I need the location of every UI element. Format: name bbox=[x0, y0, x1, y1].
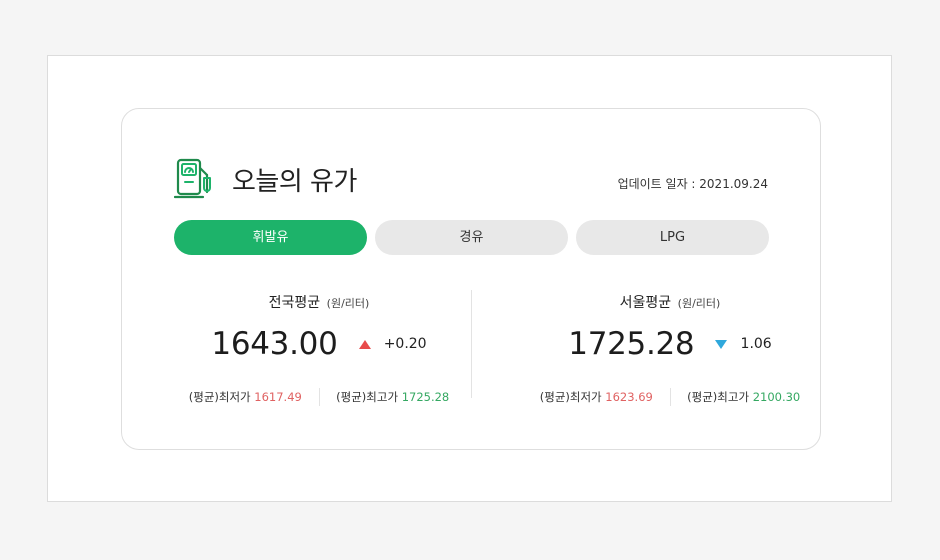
gas-pump-icon bbox=[174, 158, 211, 199]
national-minmax: (평균)최저가 1617.49 (평균)최고가 1725.28 bbox=[169, 388, 469, 406]
seoul-price-row: 1725.28 1.06 bbox=[520, 326, 820, 366]
triangle-up-icon bbox=[358, 339, 371, 349]
national-change: +0.20 bbox=[383, 336, 427, 352]
national-price: 1643.00 bbox=[211, 326, 338, 362]
seoul-unit: (원/리터) bbox=[677, 297, 721, 310]
national-title: 전국평균 (원/리터) bbox=[169, 292, 469, 312]
triangle-down-icon bbox=[715, 339, 728, 349]
minmax-divider bbox=[669, 388, 671, 406]
oil-price-card: 오늘의 유가 업데이트 일자 : 2021.09.24 휘발유 경유 LPG 전… bbox=[121, 108, 821, 450]
national-min-label: (평균)최저가 bbox=[188, 390, 251, 404]
seoul-max-value: 2100.30 bbox=[752, 390, 801, 404]
panel-divider bbox=[471, 290, 472, 398]
seoul-change: 1.06 bbox=[740, 336, 772, 352]
national-title-text: 전국평균 bbox=[268, 295, 321, 311]
tab-diesel[interactable]: 경유 bbox=[375, 220, 568, 255]
national-max-value: 1725.28 bbox=[401, 390, 450, 404]
seoul-average-panel: 서울평균 (원/리터) 1725.28 1.06 (평균)최저가 1623.69… bbox=[520, 292, 820, 406]
seoul-title-text: 서울평균 bbox=[619, 295, 672, 311]
minmax-divider bbox=[318, 388, 320, 406]
national-min-value: 1617.49 bbox=[254, 390, 302, 404]
tab-lpg[interactable]: LPG bbox=[576, 220, 769, 255]
seoul-min-label: (평균)최저가 bbox=[539, 390, 602, 404]
seoul-title: 서울평균 (원/리터) bbox=[520, 292, 820, 312]
seoul-max: (평균)최고가 2100.30 bbox=[687, 389, 800, 405]
content-frame: 오늘의 유가 업데이트 일자 : 2021.09.24 휘발유 경유 LPG 전… bbox=[47, 55, 892, 502]
national-min: (평균)최저가 1617.49 bbox=[189, 389, 302, 405]
fuel-tabs: 휘발유 경유 LPG bbox=[174, 220, 769, 255]
update-date: 업데이트 일자 : 2021.09.24 bbox=[617, 177, 768, 191]
national-max-label: (평균)최고가 bbox=[336, 390, 399, 404]
national-average-panel: 전국평균 (원/리터) 1643.00 +0.20 (평균)최저가 1617.4… bbox=[169, 292, 469, 406]
card-title: 오늘의 유가 bbox=[232, 167, 357, 197]
seoul-min: (평균)최저가 1623.69 bbox=[540, 389, 653, 405]
national-unit: (원/리터) bbox=[326, 297, 370, 310]
tab-gasoline[interactable]: 휘발유 bbox=[174, 220, 367, 255]
seoul-price: 1725.28 bbox=[568, 326, 695, 362]
seoul-minmax: (평균)최저가 1623.69 (평균)최고가 2100.30 bbox=[520, 388, 820, 406]
seoul-min-value: 1623.69 bbox=[605, 390, 653, 404]
seoul-max-label: (평균)최고가 bbox=[687, 390, 750, 404]
national-max: (평균)최고가 1725.28 bbox=[336, 389, 449, 405]
national-price-row: 1643.00 +0.20 bbox=[169, 326, 469, 366]
